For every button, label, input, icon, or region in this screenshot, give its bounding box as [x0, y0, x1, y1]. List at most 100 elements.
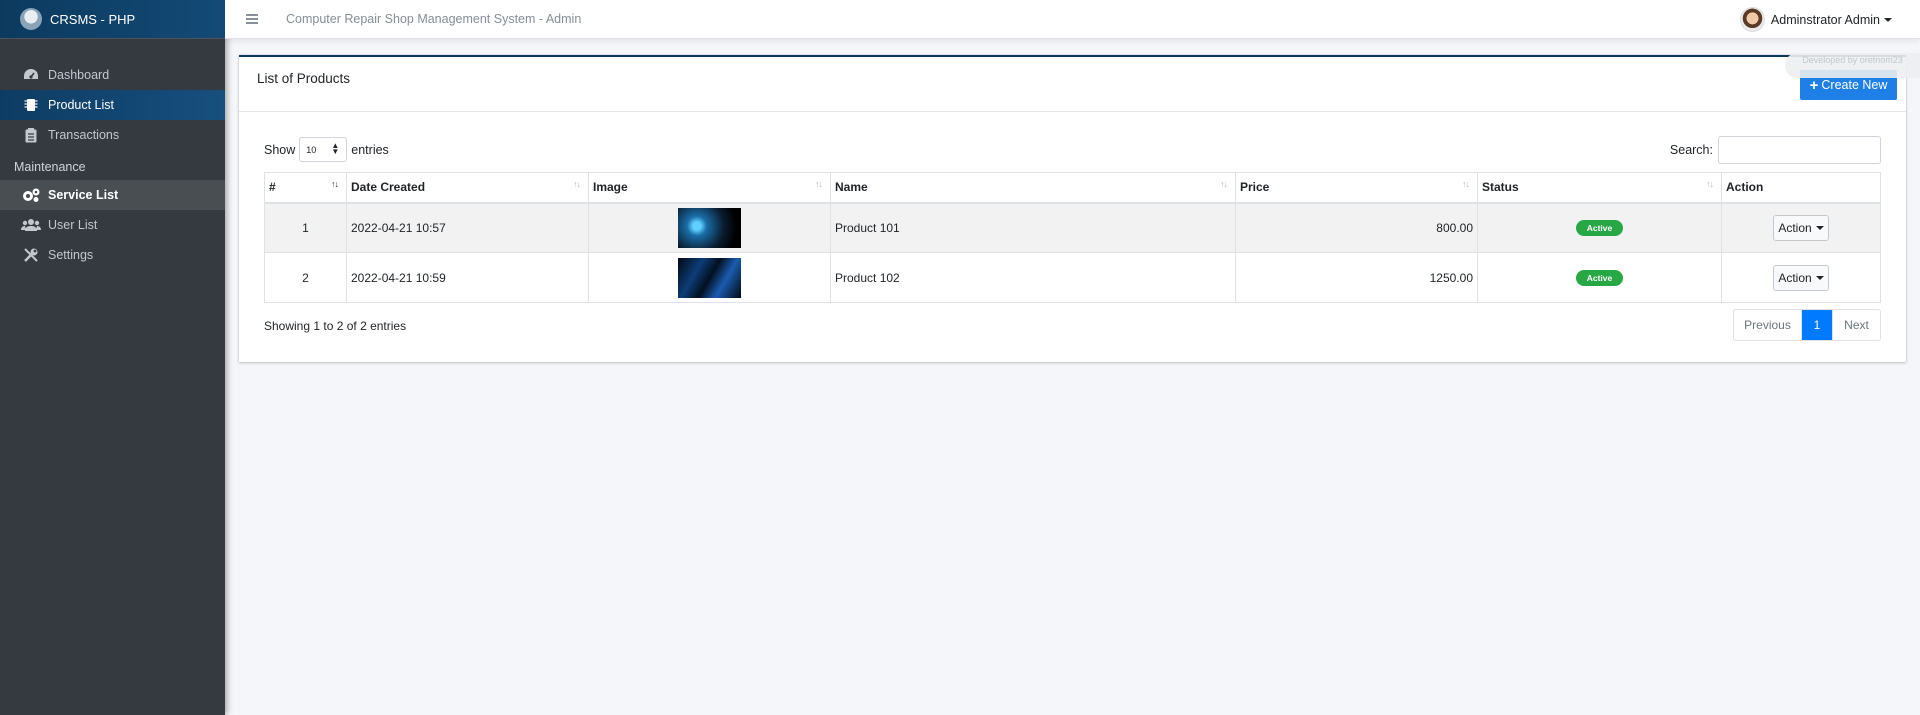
action-dropdown-button[interactable]: Action [1773, 264, 1829, 291]
sort-icon: ↑↓ [815, 179, 823, 189]
column-header-status[interactable]: Status ↑↓ [1477, 172, 1722, 204]
transactions-icon [21, 127, 41, 143]
sort-icon: ↑↓ [1220, 179, 1228, 189]
sort-icon: ↑↓ [1462, 179, 1470, 189]
sidebar-item-transactions[interactable]: Transactions [0, 120, 225, 150]
dashboard-icon [21, 67, 41, 83]
sidebar-item-label: Settings [48, 248, 94, 262]
column-header-action: Action [1721, 172, 1881, 204]
create-new-label: Create New [1821, 78, 1888, 92]
sidebar-section-maintenance: Maintenance [14, 160, 86, 174]
chevron-down-icon [1884, 17, 1892, 22]
sidebar-item-label: Dashboard [48, 68, 110, 82]
sidebar-item-label: Product List [48, 98, 115, 112]
show-label: Show [264, 142, 296, 157]
sidebar-item-dashboard[interactable]: Dashboard [0, 60, 225, 90]
sidebar-item-settings[interactable]: Settings [0, 240, 225, 270]
column-header-label: Status [1482, 180, 1519, 195]
chevron-down-icon [1815, 225, 1824, 230]
sidebar-item-label: User List [48, 218, 98, 232]
cogs-icon [21, 187, 41, 203]
pagination: Previous 1 Next [1733, 309, 1881, 341]
table-row: 1 2022-04-21 10:57 Product 101 800.00 Ac… [264, 202, 1881, 253]
plus-icon: + [1809, 76, 1819, 94]
sidebar: CRSMS - PHP Dashboard Product List Trans… [0, 0, 225, 715]
entries-label: entries [351, 142, 389, 157]
next-page-button[interactable]: Next [1832, 310, 1880, 340]
column-header-label: Image [593, 180, 628, 195]
column-header-label: Name [835, 180, 868, 195]
card-header: List of Products + Create New Developed … [239, 53, 1920, 112]
previous-page-button[interactable]: Previous [1734, 310, 1802, 340]
cell-date-created: 2022-04-21 10:57 [346, 202, 589, 253]
table-row: 2 2022-04-21 10:59 Product 102 1250.00 A… [264, 252, 1881, 303]
page-1-button[interactable]: 1 [1802, 310, 1832, 340]
card-title: List of Products [257, 71, 351, 86]
column-header-number[interactable]: # ↑↓ [264, 172, 347, 204]
page-title: Computer Repair Shop Management System -… [286, 12, 582, 26]
cell-price: 1250.00 [1235, 252, 1478, 303]
user-menu[interactable]: Adminstrator Admin [1739, 7, 1892, 32]
sidebar-item-service-list[interactable]: Service List [0, 180, 225, 210]
products-card: List of Products + Create New Developed … [239, 53, 1920, 362]
brand-name: CRSMS - PHP [50, 11, 136, 27]
chevron-down-icon [1815, 275, 1824, 280]
column-header-price[interactable]: Price ↑↓ [1235, 172, 1478, 204]
sidebar-item-label: Service List [48, 188, 119, 202]
entries-select[interactable]: 10 ▲ ▼ [299, 137, 348, 162]
cell-image [588, 252, 831, 303]
status-badge: Active [1575, 269, 1624, 286]
products-table: # ↑↓ Date Created ↑↓ Image ↑↓ Name ↑↓ Price ↑… [264, 172, 1881, 303]
column-header-label: Action [1726, 180, 1764, 195]
select-arrows-icon: ▲ ▼ [331, 141, 340, 156]
cell-number: 2 [264, 252, 347, 303]
brand-logo-icon [20, 8, 42, 30]
product-thumbnail [678, 207, 741, 248]
column-header-label: Date Created [351, 180, 426, 195]
sidebar-item-user-list[interactable]: User List [0, 210, 225, 240]
hamburger-menu-icon[interactable] [233, 0, 271, 39]
search-input[interactable] [1718, 136, 1881, 164]
sidebar-item-product-list[interactable]: Product List [0, 90, 225, 120]
users-icon [21, 217, 41, 233]
search-control: Search: [1670, 136, 1881, 164]
top-navbar: Computer Repair Shop Management System -… [225, 0, 1920, 39]
search-label: Search: [1669, 143, 1713, 157]
cell-name: Product 101 [830, 202, 1236, 253]
brand[interactable]: CRSMS - PHP [0, 0, 225, 39]
sort-asc-icon: ↑↓ [331, 179, 339, 189]
table-header-row: # ↑↓ Date Created ↑↓ Image ↑↓ Name ↑↓ Price ↑… [264, 172, 1881, 204]
cell-number: 1 [264, 202, 347, 253]
action-label: Action [1778, 270, 1812, 285]
sidebar-item-label: Transactions [48, 128, 120, 142]
sidebar-nav: Dashboard Product List Transactions Main… [0, 39, 225, 270]
cell-status: Active [1477, 202, 1722, 253]
column-header-date-created[interactable]: Date Created ↑↓ [346, 172, 589, 204]
product-icon [21, 97, 41, 113]
column-header-image[interactable]: Image ↑↓ [588, 172, 831, 204]
sort-icon: ↑↓ [573, 179, 581, 189]
user-name: Adminstrator Admin [1770, 12, 1880, 27]
developer-badge: Developed by oretnom23 [1785, 53, 1920, 78]
cell-name: Product 102 [830, 252, 1236, 303]
tools-icon [21, 247, 41, 263]
cell-date-created: 2022-04-21 10:59 [346, 252, 589, 303]
table-controls: Show 10 ▲ ▼ entries Search: [264, 133, 1881, 164]
table-info: Showing 1 to 2 of 2 entries [264, 319, 407, 333]
column-header-label: # [269, 180, 276, 195]
column-header-name[interactable]: Name ↑↓ [830, 172, 1236, 204]
status-badge: Active [1575, 219, 1624, 236]
product-thumbnail [678, 257, 741, 298]
cell-price: 800.00 [1235, 202, 1478, 253]
cell-image [588, 202, 831, 253]
entries-select-value: 10 [306, 144, 317, 155]
entries-length-control: Show 10 ▲ ▼ entries [264, 137, 389, 162]
sort-icon: ↑↓ [1706, 179, 1714, 189]
action-dropdown-button[interactable]: Action [1773, 214, 1829, 241]
avatar [1739, 7, 1765, 32]
cell-status: Active [1477, 252, 1722, 303]
action-label: Action [1778, 220, 1812, 235]
cell-action: Action [1721, 252, 1881, 303]
cell-action: Action [1721, 202, 1881, 253]
column-header-label: Price [1240, 180, 1270, 195]
